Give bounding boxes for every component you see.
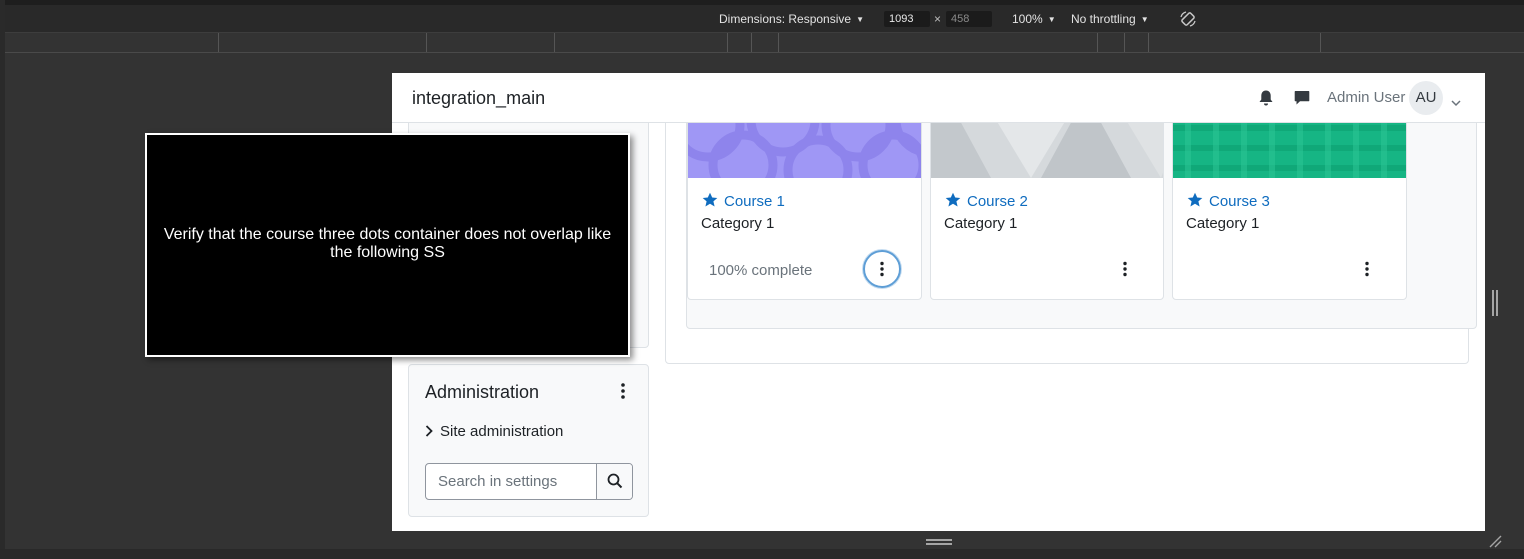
course-category: Category 1 (1186, 215, 1260, 232)
settings-search-input[interactable] (426, 464, 596, 499)
course-card[interactable]: Course 1 Category 1 100% complete (687, 94, 922, 300)
main-region: Course 1 Category 1 100% complete Course… (665, 93, 1477, 364)
resize-handle-bottom[interactable] (926, 539, 952, 545)
kebab-menu-icon (1365, 261, 1369, 277)
course-title-link[interactable]: Course 3 (1187, 192, 1270, 210)
throttling-label: No throttling (1071, 12, 1136, 26)
recent-courses-section: Course 1 Category 1 100% complete Course… (686, 94, 1477, 329)
ruler-tick (751, 33, 752, 52)
administration-block: Administration Site administration (408, 364, 649, 517)
caret-down-icon: ▼ (856, 15, 864, 24)
instruction-overlay: Verify that the course three dots contai… (145, 133, 630, 357)
kebab-menu-icon (880, 261, 884, 277)
site-administration-label: Site administration (440, 423, 564, 440)
search-button[interactable] (596, 464, 632, 499)
zoom-dropdown[interactable]: 100% ▼ (1012, 12, 1056, 26)
course-title: Course 2 (967, 193, 1028, 210)
ruler-tick (218, 33, 219, 52)
course-category: Category 1 (701, 215, 775, 232)
rotate-icon[interactable] (1179, 10, 1197, 28)
resize-handle-corner[interactable] (1488, 534, 1502, 548)
dimensions-separator: × (934, 12, 942, 26)
caret-down-icon: ▼ (1047, 15, 1056, 24)
chat-icon[interactable] (1294, 89, 1310, 107)
chevron-right-icon (425, 424, 433, 437)
ruler-tick (727, 33, 728, 52)
devtools-bottom-bar (0, 549, 1524, 559)
chevron-down-icon[interactable] (1451, 94, 1461, 107)
star-icon (1187, 192, 1203, 208)
instruction-text: Verify that the course three dots contai… (163, 225, 612, 261)
window-left-edge (0, 0, 5, 559)
dimensions-label: Dimensions: Responsive (719, 12, 852, 26)
course-actions-button[interactable] (1348, 250, 1386, 288)
course-card[interactable]: Course 2 Category 1 (930, 94, 1164, 300)
star-icon (702, 192, 718, 208)
user-name[interactable]: Admin User (1327, 89, 1405, 106)
avatar[interactable]: AU (1409, 81, 1443, 115)
site-name[interactable]: integration_main (412, 88, 545, 109)
course-actions-button[interactable] (863, 250, 901, 288)
course-title: Course 3 (1209, 193, 1270, 210)
ruler-tick (1320, 33, 1321, 52)
toolbar-top-strip (0, 0, 1524, 5)
course-title-link[interactable]: Course 2 (945, 192, 1028, 210)
devtools-toolbar: Dimensions: Responsive ▼ 1093 × 458 100% ▼… (0, 0, 1524, 33)
ruler-tick (1148, 33, 1149, 52)
dimensions-dropdown[interactable]: Dimensions: Responsive ▼ (719, 12, 864, 26)
ruler-tick (1124, 33, 1125, 52)
course-progress: 100% complete (709, 262, 813, 279)
course-title-link[interactable]: Course 1 (702, 192, 785, 210)
media-query-ruler (0, 33, 1524, 53)
ruler-tick (1097, 33, 1098, 52)
resize-handle-right[interactable] (1492, 290, 1498, 316)
settings-search (425, 463, 633, 500)
course-title: Course 1 (724, 193, 785, 210)
course-category: Category 1 (944, 215, 1018, 232)
ruler-tick (426, 33, 427, 52)
kebab-menu-icon[interactable] (616, 382, 630, 400)
caret-down-icon: ▼ (1140, 15, 1149, 24)
star-icon (945, 192, 961, 208)
throttling-dropdown[interactable]: No throttling ▼ (1071, 12, 1149, 26)
bell-icon[interactable] (1258, 89, 1274, 107)
ruler-tick (778, 33, 779, 52)
course-card[interactable]: Course 3 Category 1 (1172, 94, 1407, 300)
zoom-label: 100% (1012, 12, 1043, 26)
course-actions-button[interactable] (1106, 250, 1144, 288)
ruler-tick (554, 33, 555, 52)
height-input[interactable]: 458 (946, 11, 992, 27)
site-administration-link[interactable]: Site administration (425, 423, 563, 440)
width-input[interactable]: 1093 (884, 11, 930, 27)
search-icon (607, 473, 623, 489)
administration-title: Administration (425, 382, 540, 402)
top-navbar: integration_main Admin User AU (392, 73, 1485, 123)
kebab-menu-icon (1123, 261, 1127, 277)
